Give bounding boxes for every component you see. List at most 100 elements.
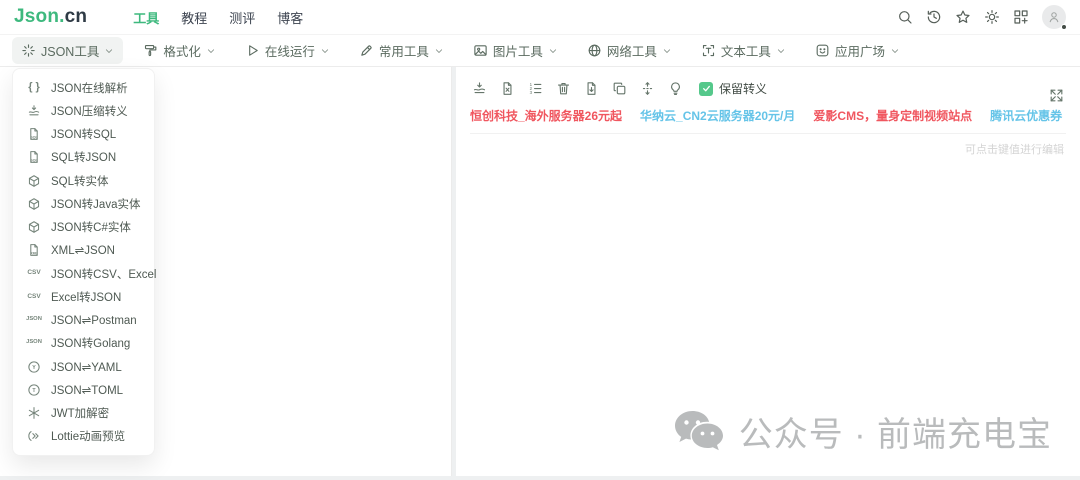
toolbar-menu-label: 文本工具 — [720, 45, 771, 59]
dropdown-item-label: JSON⇌Postman — [51, 315, 137, 328]
chevron-down-icon — [206, 46, 216, 56]
dropdown-item[interactable]: JWT加解密 — [13, 402, 154, 425]
dropdown-item-label: JSON转C#实体 — [51, 222, 131, 235]
search-icon[interactable] — [897, 9, 913, 25]
header-action-icons — [897, 9, 1029, 25]
compress-icon — [26, 104, 42, 118]
dropdown-item-label: SQL转JSON — [51, 152, 117, 165]
toolbar-menu-label: 常用工具 — [378, 45, 429, 59]
dropdown-item-label: Excel转JSON — [51, 291, 122, 304]
wechat-icon — [673, 409, 725, 455]
toolbar-menu[interactable]: 图片工具 — [464, 37, 567, 64]
nav-item[interactable]: 工具 — [133, 8, 159, 27]
toolbar-menu[interactable]: 应用广场 — [806, 37, 909, 64]
logo[interactable]: Json.cn — [14, 6, 87, 28]
promo-link[interactable]: 爱影CMS，量身定制视频站点 — [813, 107, 972, 124]
dropdown-item[interactable]: JSON转Java实体 — [13, 192, 154, 215]
dropdown-item-label: JSON⇌TOML — [51, 384, 124, 397]
svg-text:T: T — [32, 388, 36, 394]
xml-file-icon: XML — [26, 243, 42, 257]
json-text-icon: JSON — [26, 316, 42, 323]
dropdown-item[interactable]: T JSON⇌TOML — [13, 378, 154, 401]
dropdown-item[interactable]: CSV JSON转CSV、Excel — [13, 262, 156, 285]
checkbox-checked-icon[interactable] — [699, 81, 713, 96]
dropdown-item[interactable]: SQL JSON转SQL — [13, 123, 154, 146]
dropdown-item[interactable]: SQL SQL转JSON — [13, 146, 154, 169]
history-icon[interactable] — [926, 9, 942, 25]
theme-icon[interactable] — [984, 9, 1000, 25]
header: Json.cn 工具 教程 测评 博客 — [0, 0, 1080, 34]
toolbar-menu[interactable]: 文本工具 — [692, 37, 795, 64]
header-actions — [897, 5, 1067, 30]
result-toolbar-icons: 123 保留转义 — [470, 79, 1066, 98]
copy-icon[interactable] — [610, 79, 629, 98]
compress-icon[interactable] — [470, 79, 489, 98]
toolbar-menu[interactable]: 在线运行 — [236, 37, 339, 64]
dropdown-item[interactable]: JSON压缩转义 — [13, 99, 154, 122]
nav-item[interactable]: 博客 — [277, 8, 303, 27]
nav-item[interactable]: 教程 — [181, 8, 207, 27]
expand-vertical-icon[interactable] — [638, 79, 657, 98]
promo-link[interactable]: 恒创科技_海外服务器26元起 — [470, 107, 622, 124]
dropdown-item[interactable]: Lottie动画预览 — [13, 425, 154, 448]
avatar[interactable] — [1042, 5, 1067, 30]
format-icon — [143, 43, 158, 58]
dropdown-item[interactable]: XML XML⇌JSON — [13, 239, 154, 262]
chevron-down-icon — [434, 46, 444, 56]
dropdown-item[interactable]: JSON JSON转Golang — [13, 332, 154, 355]
json-text-icon: JSON — [26, 339, 42, 346]
dropdown-item[interactable]: JSON JSON⇌Postman — [13, 309, 154, 332]
svg-text:XML: XML — [30, 252, 38, 256]
fullscreen-icon[interactable] — [1049, 88, 1064, 103]
toolbar-menu[interactable]: 网络工具 — [578, 37, 681, 64]
dropdown-item-label: JSON⇌YAML — [51, 361, 122, 374]
logo-secondary: cn — [64, 6, 88, 27]
keep-escape-label: 保留转义 — [719, 82, 768, 96]
toolbar-menu-label: 图片工具 — [492, 45, 543, 59]
qrcode-icon[interactable] — [1013, 9, 1029, 25]
dropdown-item[interactable]: CSV Excel转JSON — [13, 285, 154, 308]
keep-escape-toggle[interactable]: 保留转义 — [699, 80, 767, 97]
toml-icon: T — [26, 383, 42, 397]
tools-toolbar: JSON工具 格式化 在线运行 常用工具 图片工具 网络工具 文本工具 应用广场 — [0, 34, 1080, 67]
star-icon[interactable] — [955, 9, 971, 25]
promo-link[interactable]: 华纳云_CN2云服务器20元/月 — [640, 107, 795, 124]
dropdown-item[interactable]: { } JSON在线解析 — [13, 76, 154, 99]
image-icon — [473, 43, 488, 58]
file-remove-icon[interactable] — [498, 79, 517, 98]
pen-icon — [359, 43, 374, 58]
edit-hint: 可点击键值进行编辑 — [965, 144, 1064, 156]
dropdown-item-label: JWT加解密 — [51, 408, 110, 421]
chevron-down-icon — [548, 46, 558, 56]
nav-item[interactable]: 测评 — [229, 8, 255, 27]
text-frame-icon — [701, 43, 716, 58]
chevron-down-icon — [320, 46, 330, 56]
svg-text:Y: Y — [32, 364, 36, 370]
trash-icon[interactable] — [554, 79, 573, 98]
toolbar-menu[interactable]: 格式化 — [134, 37, 225, 64]
watermark-text: 公众号 · 前端充电宝 — [738, 416, 1052, 454]
yaml-icon: Y — [26, 360, 42, 374]
promo-link[interactable]: 腾讯云优惠券 — [990, 107, 1062, 124]
file-download-icon[interactable] — [582, 79, 601, 98]
svg-text:SQL: SQL — [30, 136, 38, 140]
avatar-status-dot — [1061, 24, 1067, 30]
dropdown-item-label: SQL转实体 — [51, 175, 109, 188]
play-icon — [245, 43, 260, 58]
dropdown-item[interactable]: Y JSON⇌YAML — [13, 355, 154, 378]
toolbar-menu-label: 应用广场 — [834, 45, 885, 59]
globe-icon — [587, 43, 602, 58]
sql-file-icon: SQL — [26, 150, 42, 164]
dropdown-item[interactable]: JSON转C#实体 — [13, 216, 154, 239]
toolbar-menu[interactable]: 常用工具 — [350, 37, 453, 64]
dropdown-item-label: JSON转Java实体 — [51, 198, 141, 211]
toolbar-menu-label: 网络工具 — [606, 45, 657, 59]
bulb-icon[interactable] — [666, 79, 685, 98]
svg-text:3: 3 — [530, 90, 533, 95]
sort-list-icon[interactable]: 123 — [526, 79, 545, 98]
toolbar-menu[interactable]: JSON工具 — [12, 37, 124, 64]
cube-icon — [26, 174, 42, 188]
dropdown-item[interactable]: SQL转实体 — [13, 169, 154, 192]
dropdown-item-label: XML⇌JSON — [51, 245, 115, 258]
lottie-icon — [26, 429, 42, 443]
